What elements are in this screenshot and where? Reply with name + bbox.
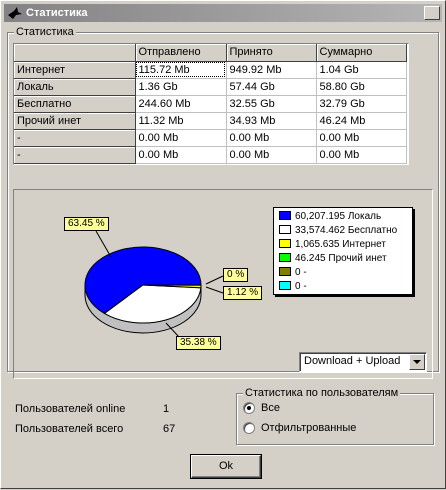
legend-swatch xyxy=(279,239,291,248)
legend-swatch xyxy=(279,211,291,220)
user-stats-group-label: Статистика по пользователям xyxy=(243,386,400,400)
radio-all[interactable] xyxy=(243,402,255,414)
legend-value: 1,065.635 xyxy=(295,239,340,250)
chart-mode-select[interactable]: Download + Upload xyxy=(299,352,427,372)
legend-item: 1,065.635 Интернет xyxy=(279,239,386,251)
legend-label: - xyxy=(303,267,306,278)
radio-all-label[interactable]: Все xyxy=(261,402,280,414)
legend-label: Интернет xyxy=(342,239,386,250)
leader-line xyxy=(206,287,223,293)
users-online-label: Пользователей online xyxy=(15,403,125,415)
statistics-window: Статистика Статистика Отправлено Принято… xyxy=(0,0,446,489)
chart-mode-value: Download + Upload xyxy=(304,355,400,367)
users-total-value: 67 xyxy=(163,423,175,435)
leader-line xyxy=(206,276,223,284)
legend-swatch xyxy=(279,281,291,290)
legend-item: 0 - xyxy=(279,281,307,293)
legend-value: 0 xyxy=(295,281,301,292)
radio-filtered[interactable] xyxy=(243,422,255,434)
users-total-label: Пользователей всего xyxy=(15,423,123,435)
radio-filtered-label[interactable]: Отфильтрованные xyxy=(261,422,356,434)
legend-label: Бесплатно xyxy=(348,225,397,236)
legend-value: 33,574.462 xyxy=(295,225,345,236)
leader-line xyxy=(96,231,111,257)
legend-swatch xyxy=(279,225,291,234)
chevron-down-icon xyxy=(410,355,424,369)
legend-value: 60,207.195 xyxy=(295,211,345,222)
legend-label: Прочий инет xyxy=(328,253,386,264)
dropdown-arrow-button[interactable] xyxy=(409,354,425,370)
legend-value: 0 xyxy=(295,267,301,278)
leader-line xyxy=(166,323,179,337)
legend-item: 46.245 Прочий инет xyxy=(279,253,387,265)
users-online-value: 1 xyxy=(163,403,169,415)
legend-swatch xyxy=(279,267,291,276)
legend-item: 33,574.462 Бесплатно xyxy=(279,225,397,237)
user-stats-group: Статистика по пользователям xyxy=(236,393,434,445)
legend-swatch xyxy=(279,253,291,262)
legend-value: 46.245 xyxy=(295,253,326,264)
chart-legend: 60,207.195 Локаль 33,574.462 Бесплатно 1… xyxy=(273,207,413,295)
legend-item: 60,207.195 Локаль xyxy=(279,211,381,223)
legend-label: Локаль xyxy=(348,211,381,222)
ok-button[interactable]: Ok xyxy=(191,455,261,478)
legend-label: - xyxy=(303,281,306,292)
legend-item: 0 - xyxy=(279,267,307,279)
radio-selected-dot xyxy=(247,406,251,410)
